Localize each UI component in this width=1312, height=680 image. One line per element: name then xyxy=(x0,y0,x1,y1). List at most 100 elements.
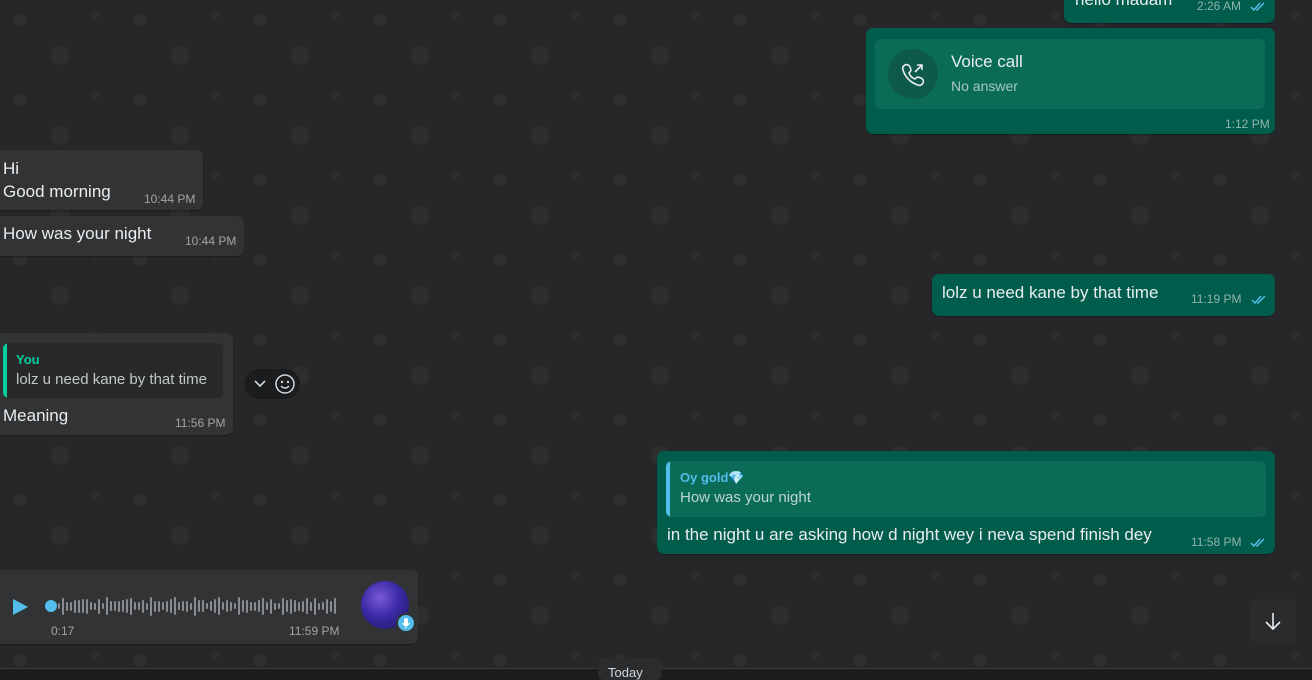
chevron-down-icon[interactable] xyxy=(253,378,267,390)
waveform-bar xyxy=(286,600,288,612)
message-time: 2:26 AM xyxy=(1197,0,1242,13)
call-card[interactable]: Voice call No answer xyxy=(875,39,1265,109)
waveform-bar xyxy=(298,601,300,611)
phone-outgoing-icon xyxy=(888,49,938,99)
waveform-bar xyxy=(86,598,88,614)
waveform-bar xyxy=(306,598,308,614)
waveform-bar xyxy=(70,601,72,611)
quote-accent xyxy=(666,461,670,517)
waveform-bar xyxy=(234,603,236,609)
message-text: hello madam xyxy=(1075,0,1172,10)
waveform-bar xyxy=(82,599,84,613)
call-subtitle: No answer xyxy=(951,78,1018,94)
message-incoming-reply[interactable]: You lolz u need kane by that time Meanin… xyxy=(0,333,233,435)
waveform-bar xyxy=(90,602,92,610)
waveform-bar xyxy=(134,602,136,610)
waveform-bar xyxy=(130,597,132,615)
read-ticks-icon xyxy=(1250,538,1265,548)
waveform-bar xyxy=(274,602,276,610)
waveform-bar xyxy=(250,601,252,611)
waveform-bar xyxy=(170,599,172,613)
waveform-bar xyxy=(262,597,264,615)
date-chip-text: Today xyxy=(608,665,643,680)
waveform-bar xyxy=(154,600,156,612)
quote-text: How was your night xyxy=(680,489,811,506)
waveform-bar xyxy=(214,599,216,613)
message-actions xyxy=(244,369,300,399)
emoji-icon[interactable] xyxy=(274,373,296,395)
waveform-bar xyxy=(194,596,196,616)
waveform-bar xyxy=(326,598,328,614)
waveform-bar xyxy=(246,599,248,613)
waveform-bar xyxy=(178,602,180,610)
waveform-bar xyxy=(94,602,96,610)
waveform-bar xyxy=(334,598,336,614)
waveform-bar xyxy=(106,597,108,615)
waveform-bar xyxy=(186,600,188,612)
quoted-message[interactable]: Oy gold💎 How was your night xyxy=(666,461,1266,517)
waveform-bar xyxy=(190,602,192,610)
waveform-bar xyxy=(282,597,284,615)
waveform-bar xyxy=(206,603,208,609)
message-text: in the night u are asking how d night we… xyxy=(667,525,1152,544)
message-voice-note[interactable]: 0:17 11:59 PM xyxy=(0,570,418,644)
message-incoming[interactable]: Hi Good morning 10:44 PM xyxy=(0,150,203,210)
waveform-bar xyxy=(74,599,76,613)
message-outgoing[interactable]: lolz u need kane by that time 11:19 PM xyxy=(932,274,1275,316)
waveform-bar xyxy=(230,601,232,611)
message-text-line1: Hi xyxy=(3,159,20,178)
read-ticks-icon xyxy=(1251,295,1266,305)
arrow-down-icon xyxy=(1265,613,1281,631)
waveform-bar xyxy=(98,598,100,614)
waveform-bar xyxy=(150,596,152,616)
message-time: 1:12 PM xyxy=(1225,117,1270,131)
scroll-to-bottom-button[interactable] xyxy=(1250,599,1296,643)
quote-accent xyxy=(3,343,7,398)
message-time: 11:56 PM xyxy=(175,416,226,430)
message-outgoing-reply[interactable]: Oy gold💎 How was your night in the night… xyxy=(657,451,1275,554)
message-time: 11:19 PM xyxy=(1191,292,1242,306)
waveform-bar xyxy=(122,600,124,612)
waveform-bar xyxy=(162,602,164,610)
message-time: 10:44 PM xyxy=(144,192,196,206)
waveform-bar xyxy=(266,602,268,610)
waveform-bar xyxy=(110,601,112,611)
waveform-bar xyxy=(238,597,240,615)
waveform-bar xyxy=(294,600,296,612)
waveform-bar xyxy=(302,600,304,612)
waveform-bar xyxy=(198,600,200,612)
quote-text: lolz u need kane by that time xyxy=(16,371,207,388)
quote-sender: Oy gold💎 xyxy=(680,470,745,485)
message-voice-call[interactable]: Voice call No answer 1:12 PM xyxy=(866,28,1275,134)
waveform-bar xyxy=(166,600,168,612)
play-icon[interactable] xyxy=(10,597,30,617)
waveform-bar xyxy=(78,599,80,613)
waveform-bar xyxy=(102,603,104,609)
voice-waveform[interactable] xyxy=(58,592,336,620)
waveform-bar xyxy=(222,602,224,610)
waveform-bar xyxy=(290,598,292,614)
quote-sender: You xyxy=(16,352,40,367)
message-incoming[interactable]: How was your night 10:44 PM xyxy=(0,216,244,256)
message-text: Meaning xyxy=(3,406,69,425)
mic-icon xyxy=(396,613,416,633)
waveform-bar xyxy=(310,601,312,611)
waveform-bar xyxy=(278,603,280,609)
message-outgoing[interactable]: hello madam 2:26 AM xyxy=(1064,0,1275,23)
waveform-bar xyxy=(62,597,64,615)
waveform-bar xyxy=(58,603,60,609)
voice-progress-handle[interactable] xyxy=(45,600,57,612)
call-title: Voice call xyxy=(951,52,1023,71)
waveform-bar xyxy=(218,597,220,615)
message-time: 11:59 PM xyxy=(289,624,340,638)
waveform-bar xyxy=(118,600,120,612)
waveform-bar xyxy=(66,601,68,611)
message-text: How was your night xyxy=(3,224,152,243)
waveform-bar xyxy=(174,597,176,615)
waveform-bar xyxy=(314,597,316,615)
waveform-bar xyxy=(114,601,116,611)
waveform-bar xyxy=(142,599,144,613)
waveform-bar xyxy=(270,598,272,614)
quoted-message[interactable]: You lolz u need kane by that time xyxy=(3,343,223,398)
message-text-line2: Good morning xyxy=(3,182,111,201)
